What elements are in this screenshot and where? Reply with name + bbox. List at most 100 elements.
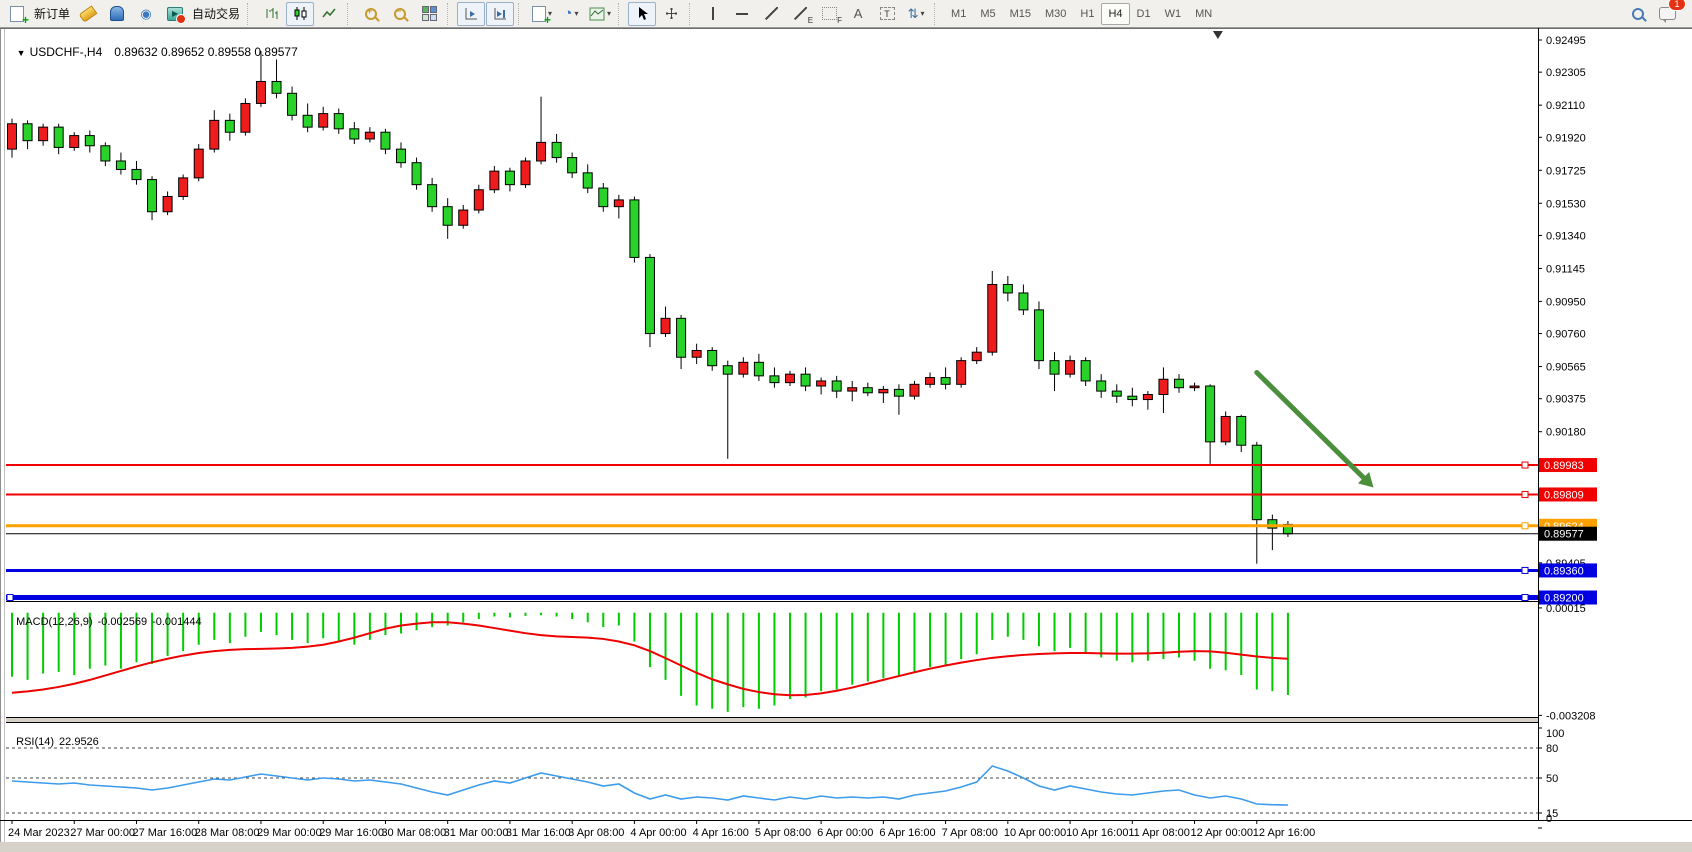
- candlestick-chart-button[interactable]: [286, 2, 314, 26]
- new-order-label[interactable]: 新订单: [34, 5, 70, 22]
- rsi-indicator-label: RSI(14)22.9526: [10, 724, 99, 748]
- line-chart-button[interactable]: [315, 2, 343, 26]
- autotrading-button[interactable]: ▶: [161, 2, 189, 26]
- candle-up: [910, 384, 919, 396]
- macd-scale-label: 0.00015: [1546, 603, 1586, 615]
- macd-rsi-splitter[interactable]: [6, 718, 1538, 722]
- time-tick-label: 10 Apr 00:00: [1004, 827, 1066, 839]
- search-icon: [1632, 8, 1644, 20]
- crosshair-button[interactable]: [657, 2, 685, 26]
- time-tick-label: 31 Mar 00:00: [444, 827, 509, 839]
- price-tick-label: 0.90565: [1546, 362, 1586, 374]
- candle-up: [1190, 386, 1199, 388]
- text-tool-button[interactable]: A: [844, 2, 872, 26]
- periods-button[interactable]: ◔ ▾: [557, 2, 585, 26]
- arrows-tool-button[interactable]: ⇅ ▾: [902, 2, 930, 26]
- line-handle[interactable]: [1522, 523, 1528, 529]
- channel-tool-button[interactable]: E: [786, 2, 814, 26]
- candle-up: [70, 136, 79, 148]
- timeframe-group: M1M5M15M30H1H4D1W1MN: [944, 3, 1219, 25]
- timeframe-W1[interactable]: W1: [1158, 3, 1189, 25]
- chart-shift-button[interactable]: [486, 2, 514, 26]
- candle-down: [1003, 284, 1012, 292]
- timeframe-M30[interactable]: M30: [1038, 3, 1073, 25]
- timeframe-H4[interactable]: H4: [1101, 3, 1129, 25]
- channel-letter: E: [808, 16, 813, 25]
- fibonacci-icon: [822, 7, 837, 20]
- tile-windows-button[interactable]: [415, 2, 443, 26]
- line-handle[interactable]: [1522, 595, 1528, 601]
- candle-down: [568, 158, 577, 173]
- chart-symbol-title: USDCHF-,H4: [30, 45, 103, 59]
- candle-up: [926, 378, 935, 385]
- candle-down: [397, 149, 406, 163]
- crayon-button[interactable]: [74, 2, 102, 26]
- timeframe-M15[interactable]: M15: [1003, 3, 1038, 25]
- candle-down: [1034, 310, 1043, 361]
- time-tick-label: 5 Apr 08:00: [755, 827, 811, 839]
- vertical-line-tool-button[interactable]: [699, 2, 727, 26]
- bar-chart-button[interactable]: [257, 2, 285, 26]
- candle-up: [39, 127, 48, 141]
- indicators-button[interactable]: + ▾: [528, 2, 556, 26]
- zoom-out-button[interactable]: −: [386, 2, 414, 26]
- candle-up: [786, 374, 795, 382]
- timeframe-M1[interactable]: M1: [944, 3, 973, 25]
- minus-sign: −: [396, 6, 401, 16]
- zoom-in-button[interactable]: +: [357, 2, 385, 26]
- magnifier-handle: [1641, 16, 1647, 22]
- autotrading-label[interactable]: 自动交易: [192, 5, 240, 22]
- horizontal-line-tool-button[interactable]: [728, 2, 756, 26]
- price-marker-text: 0.89577: [1544, 529, 1584, 541]
- macd-indicator-label: MACD(12,26,9)-0.002569-0.001444: [10, 604, 202, 628]
- new-order-button[interactable]: +: [3, 2, 31, 26]
- collapse-triangle-icon[interactable]: ▼: [17, 48, 26, 58]
- candle-up: [256, 81, 265, 103]
- expert-advisor-button[interactable]: [103, 2, 131, 26]
- chevron-down-icon[interactable]: ▾: [920, 9, 924, 18]
- candle-down: [1206, 386, 1215, 442]
- timeframe-H1[interactable]: H1: [1073, 3, 1101, 25]
- macd-scale-label: -0.003208: [1546, 710, 1596, 722]
- timeframe-D1[interactable]: D1: [1130, 3, 1158, 25]
- fibonacci-tool-button[interactable]: F: [815, 2, 843, 26]
- trendline-tool-button[interactable]: [757, 2, 785, 26]
- chevron-down-icon[interactable]: ▾: [575, 9, 579, 18]
- toolbar-separator: [447, 3, 452, 25]
- chart-canvas[interactable]: 0.924950.923050.921100.919200.917250.915…: [0, 0, 1692, 852]
- timeframe-M5[interactable]: M5: [973, 3, 1002, 25]
- price-tick-label: 0.90180: [1546, 427, 1586, 439]
- chart-shift-icon: [493, 6, 508, 21]
- cursor-button[interactable]: [628, 2, 656, 26]
- timeframe-MN[interactable]: MN: [1188, 3, 1219, 25]
- time-tick-label: 4 Apr 16:00: [693, 827, 749, 839]
- candle-down: [225, 120, 234, 132]
- candle-down: [599, 188, 608, 207]
- candle-down: [723, 366, 732, 374]
- candle-up: [8, 124, 17, 149]
- price-tick-label: 0.92495: [1546, 35, 1586, 47]
- line-handle[interactable]: [1522, 491, 1528, 497]
- line-handle[interactable]: [1522, 567, 1528, 573]
- candle-down: [23, 124, 32, 141]
- templates-button[interactable]: ▾: [586, 2, 614, 26]
- tile-windows-icon: [422, 6, 437, 21]
- search-button[interactable]: [1624, 2, 1652, 26]
- candle-down: [350, 129, 359, 139]
- auto-scroll-button[interactable]: [457, 2, 485, 26]
- plus-sign: +: [367, 6, 372, 16]
- notifications-button[interactable]: 1: [1653, 2, 1681, 26]
- chart-title-bar[interactable]: ▼USDCHF-,H40.89632 0.89652 0.89558 0.895…: [10, 31, 298, 59]
- line-handle[interactable]: [1522, 462, 1528, 468]
- line-handle[interactable]: [7, 595, 13, 601]
- time-tick-label: 12 Apr 16:00: [1253, 827, 1315, 839]
- label-tool-button[interactable]: T: [873, 2, 901, 26]
- candle-down: [1128, 396, 1137, 399]
- price-tick-label: 0.91920: [1546, 132, 1586, 144]
- signals-button[interactable]: ◉: [132, 2, 160, 26]
- tile-cell: [422, 14, 429, 21]
- chevron-down-icon[interactable]: ▾: [607, 9, 611, 18]
- candle-up: [521, 161, 530, 185]
- candle-down: [894, 389, 903, 396]
- candle-down: [1097, 381, 1106, 391]
